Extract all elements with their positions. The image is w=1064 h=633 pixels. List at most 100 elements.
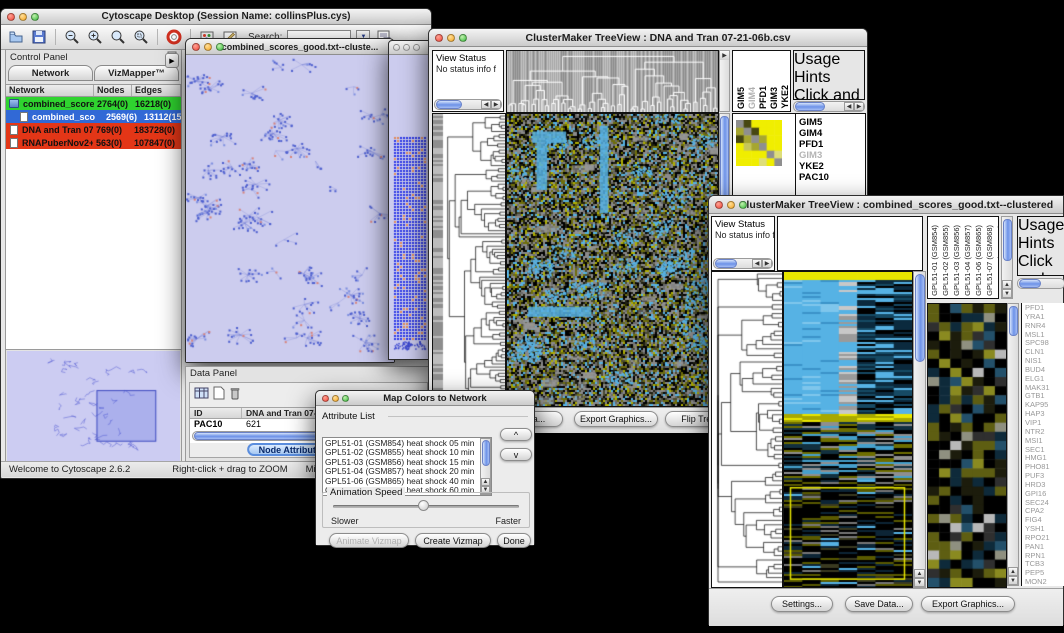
close-button[interactable]: [322, 395, 329, 402]
network-row[interactable]: DNA and Tran 07 769(0) 183728(0): [6, 123, 181, 136]
tab-overflow-arrow[interactable]: ▶: [165, 53, 179, 68]
column-label[interactable]: GPL51-08 (GSM872): [996, 225, 999, 296]
network-row[interactable]: combined_scores_ 2764(0) 16218(0): [6, 97, 181, 110]
column-id[interactable]: ID: [190, 408, 242, 418]
zoom-button[interactable]: [459, 34, 467, 42]
minimize-button[interactable]: [332, 395, 339, 402]
column-label[interactable]: GPL51-01 (GSM854): [930, 225, 940, 296]
vscroll-thumb[interactable]: [482, 440, 490, 466]
column-nodes[interactable]: Nodes: [94, 85, 132, 96]
zoom-selected-icon[interactable]: [132, 28, 150, 46]
column-network[interactable]: Network: [6, 85, 94, 96]
new-attribute-icon[interactable]: [213, 386, 225, 405]
scroll-right-arrow-icon[interactable]: [854, 102, 864, 111]
scroll-up-arrow-icon[interactable]: [1002, 280, 1012, 289]
tv1-top-scroll-strip[interactable]: [719, 50, 730, 112]
network-canvas[interactable]: [186, 55, 394, 362]
column-label[interactable]: GPL51-06 (GSM865): [974, 225, 984, 296]
tv2-vscrollbar[interactable]: [913, 271, 926, 588]
tv1-heatmap-canvas[interactable]: [506, 113, 719, 407]
scroll-down-arrow-icon[interactable]: [1002, 289, 1012, 298]
vscroll-thumb[interactable]: [1009, 306, 1018, 336]
scroll-right-arrow-icon[interactable]: [491, 100, 501, 109]
zoom-button[interactable]: [739, 201, 747, 209]
gene-label[interactable]: PFD1: [799, 139, 829, 150]
background-window-title-bar[interactable]: [389, 41, 431, 55]
minimize-button[interactable]: [403, 44, 410, 51]
tv2-column-dendrogram-panel[interactable]: [777, 216, 923, 271]
column-label[interactable]: YKE2: [780, 85, 790, 109]
close-button[interactable]: [7, 13, 15, 21]
help-lifering-icon[interactable]: [165, 28, 183, 46]
tv1-column-dendrogram-canvas[interactable]: [506, 50, 719, 113]
zoom-out-icon[interactable]: [63, 28, 81, 46]
column-label[interactable]: GPL51-04 (GSM857): [963, 225, 973, 296]
main-title-bar[interactable]: Cytoscape Desktop (Session Name: collins…: [1, 9, 431, 25]
tv1-usage-scrollbar[interactable]: [793, 101, 865, 112]
treeview2-title-bar[interactable]: ClusterMaker TreeView : combined_scores_…: [709, 196, 1063, 214]
open-folder-icon[interactable]: [7, 28, 25, 46]
scroll-thumb[interactable]: [715, 259, 737, 268]
zoom-button[interactable]: [413, 44, 420, 51]
gene-label[interactable]: GIM4: [799, 128, 829, 139]
scroll-thumb[interactable]: [795, 102, 825, 111]
scroll-left-arrow-icon[interactable]: [752, 259, 762, 268]
tv1-row-dendrogram-canvas[interactable]: [432, 113, 506, 407]
scroll-thumb[interactable]: [1019, 279, 1041, 288]
column-label[interactable]: PFD1: [758, 86, 768, 109]
scroll-up-arrow-icon[interactable]: [914, 569, 925, 578]
network-row[interactable]: RNAPuberNov2+ 563(0) 107847(0): [6, 136, 181, 149]
treeview1-title-bar[interactable]: ClusterMaker TreeView : DNA and Tran 07-…: [429, 29, 867, 47]
done-button[interactable]: Done: [497, 533, 531, 548]
scroll-left-arrow-icon[interactable]: [481, 100, 491, 109]
create-vizmap-button[interactable]: Create Vizmap: [415, 533, 491, 548]
zoom-in-icon[interactable]: [86, 28, 104, 46]
save-icon[interactable]: [30, 28, 48, 46]
tv2-usage-scrollbar[interactable]: [1017, 278, 1064, 289]
scroll-right-arrow-icon[interactable]: [762, 259, 772, 268]
view-status-scrollbar[interactable]: [434, 99, 502, 110]
tv2-row-dendrogram-canvas[interactable]: [711, 271, 783, 588]
gene-label[interactable]: GIM3: [799, 150, 829, 161]
tv2-heatmap-canvas[interactable]: [783, 271, 913, 588]
tv2-action-button[interactable]: Export Graphics...: [921, 596, 1015, 612]
tv2-collabel-scrollbar[interactable]: [1001, 216, 1013, 299]
tv1-action-button[interactable]: Export Graphics...: [574, 411, 658, 427]
gene-label[interactable]: MON2: [1025, 578, 1064, 587]
tv2-action-button[interactable]: Settings...: [771, 596, 833, 612]
column-edges[interactable]: Edges: [132, 85, 181, 96]
zoom-button[interactable]: [31, 13, 39, 21]
speed-slider-thumb[interactable]: [418, 500, 429, 511]
gene-label[interactable]: PAC10: [799, 172, 829, 183]
network-view-title-bar[interactable]: combined_scores_good.txt--cluste...: [186, 39, 394, 55]
scroll-right-arrow-icon[interactable]: [720, 51, 729, 60]
delete-attribute-icon[interactable]: [229, 386, 241, 405]
move-down-button[interactable]: v: [500, 448, 532, 461]
tv2-zoom-scrollbar[interactable]: [1007, 303, 1019, 586]
minimize-button[interactable]: [447, 34, 455, 42]
move-up-button[interactable]: ^: [500, 428, 532, 441]
tv2-action-button[interactable]: Save Data...: [845, 596, 913, 612]
minimize-button[interactable]: [204, 43, 212, 51]
network-overview-canvas[interactable]: [7, 351, 180, 461]
select-attributes-icon[interactable]: [194, 386, 209, 405]
scroll-up-arrow-icon[interactable]: [1008, 567, 1018, 576]
close-button[interactable]: [393, 44, 400, 51]
tv2-zoom-heatmap-canvas[interactable]: [927, 303, 1007, 588]
zoom-button[interactable]: [342, 395, 349, 402]
column-label[interactable]: GPL51-07 (GSM868): [985, 225, 995, 296]
minimize-button[interactable]: [727, 201, 735, 209]
column-label[interactable]: GIM3: [769, 87, 779, 109]
column-label[interactable]: GPL51-02 (GSM855): [941, 225, 951, 296]
close-button[interactable]: [435, 34, 443, 42]
vscroll-thumb[interactable]: [1003, 219, 1012, 261]
scroll-down-arrow-icon[interactable]: [1008, 576, 1018, 585]
minimize-button[interactable]: [19, 13, 27, 21]
tv1-zoom-matrix-canvas[interactable]: [736, 120, 782, 166]
scroll-down-arrow-icon[interactable]: [914, 578, 925, 587]
zoom-button[interactable]: [216, 43, 224, 51]
scroll-thumb[interactable]: [436, 100, 462, 109]
view-status-scrollbar[interactable]: [713, 258, 773, 269]
column-label[interactable]: GIM4: [747, 87, 757, 109]
gene-label[interactable]: GIM5: [799, 117, 829, 128]
